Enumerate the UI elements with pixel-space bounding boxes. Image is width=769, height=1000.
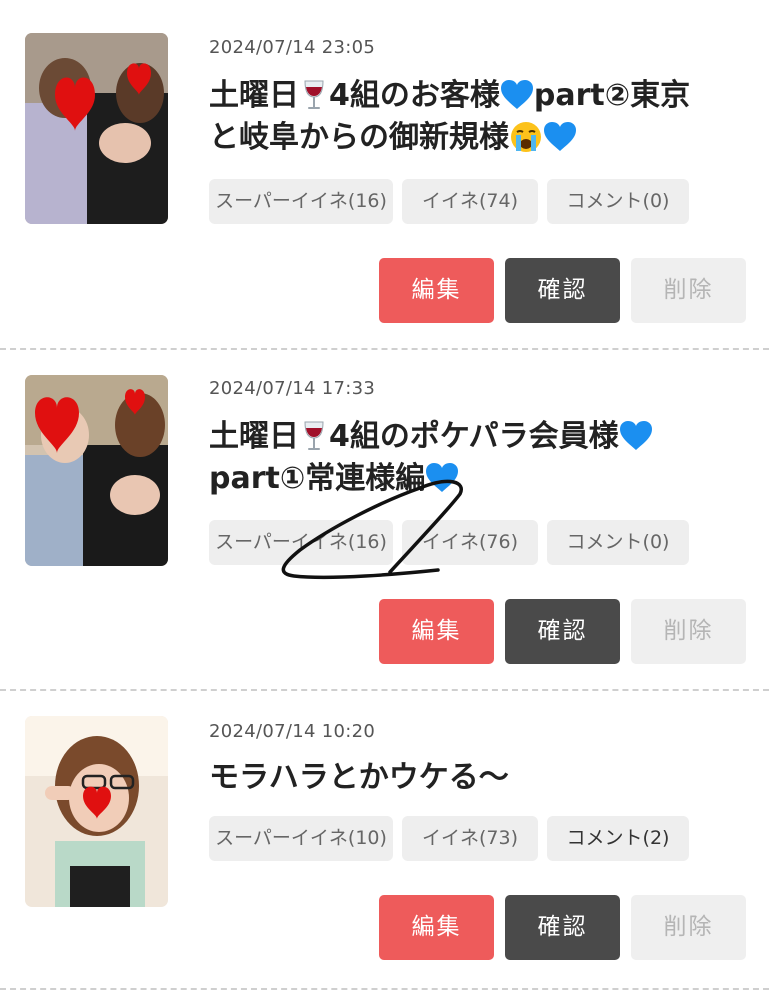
title-text: 土曜日: [209, 78, 299, 113]
title-text: と岐阜からの御新規様: [209, 120, 509, 155]
check-button[interactable]: 確認: [505, 895, 620, 960]
title-text: 4組のお客様: [329, 78, 500, 113]
blue-heart-icon: [543, 117, 577, 159]
post-title[interactable]: モラハラとかウケる〜: [209, 757, 754, 799]
post-actions: 編集 確認 削除: [379, 895, 746, 960]
blue-heart-icon: [619, 416, 653, 458]
super-like-count[interactable]: スーパーイイネ(10): [209, 816, 393, 861]
delete-button[interactable]: 削除: [631, 895, 746, 960]
title-text: part①常連様編: [209, 461, 426, 496]
post-item: 2024/07/14 23:05 土曜日 4組のお客様 part②東京 と岐阜からの御…: [0, 0, 769, 349]
reaction-tags: スーパーイイネ(16) イイネ(74) コメント(0): [209, 179, 689, 224]
post-title[interactable]: 土曜日 4組のお客様 part②東京 と岐阜からの御新規様: [209, 75, 754, 159]
super-like-count[interactable]: スーパーイイネ(16): [209, 179, 393, 224]
wine-glass-icon: [299, 416, 329, 458]
reaction-tags: スーパーイイネ(16) イイネ(76) コメント(0): [209, 520, 689, 565]
post-item: 2024/07/14 10:20 モラハラとかウケる〜 スーパーイイネ(10) …: [0, 690, 769, 990]
post-item: 2024/07/14 17:33 土曜日 4組のポケパラ会員様 part①常連様編 …: [0, 349, 769, 690]
edit-button[interactable]: 編集: [379, 895, 494, 960]
delete-button[interactable]: 削除: [631, 599, 746, 664]
crying-face-icon: [509, 117, 543, 159]
post-date: 2024/07/14 10:20: [209, 721, 376, 742]
post-actions: 編集 確認 削除: [379, 599, 746, 664]
like-count[interactable]: イイネ(74): [402, 179, 538, 224]
post-thumbnail[interactable]: [25, 33, 168, 224]
post-title[interactable]: 土曜日 4組のポケパラ会員様 part①常連様編: [209, 416, 754, 500]
post-date: 2024/07/14 17:33: [209, 378, 376, 399]
blue-heart-icon: [425, 458, 459, 500]
title-text: モラハラとかウケる〜: [209, 760, 509, 795]
reaction-tags: スーパーイイネ(10) イイネ(73) コメント(2): [209, 816, 689, 861]
title-text: 4組のポケパラ会員様: [329, 419, 619, 454]
like-count[interactable]: イイネ(76): [402, 520, 538, 565]
check-button[interactable]: 確認: [505, 599, 620, 664]
post-actions: 編集 確認 削除: [379, 258, 746, 323]
post-divider: [0, 988, 769, 990]
blue-heart-icon: [500, 75, 534, 117]
check-button[interactable]: 確認: [505, 258, 620, 323]
delete-button[interactable]: 削除: [631, 258, 746, 323]
wine-glass-icon: [299, 75, 329, 117]
super-like-count[interactable]: スーパーイイネ(16): [209, 520, 393, 565]
edit-button[interactable]: 編集: [379, 599, 494, 664]
title-text: part②東京: [533, 78, 691, 113]
post-date: 2024/07/14 23:05: [209, 37, 376, 58]
post-thumbnail[interactable]: [25, 716, 168, 907]
post-thumbnail[interactable]: [25, 375, 168, 566]
comment-count[interactable]: コメント(0): [547, 179, 689, 224]
edit-button[interactable]: 編集: [379, 258, 494, 323]
like-count[interactable]: イイネ(73): [402, 816, 538, 861]
title-text: 土曜日: [209, 419, 299, 454]
comment-count[interactable]: コメント(2): [547, 816, 689, 861]
comment-count[interactable]: コメント(0): [547, 520, 689, 565]
